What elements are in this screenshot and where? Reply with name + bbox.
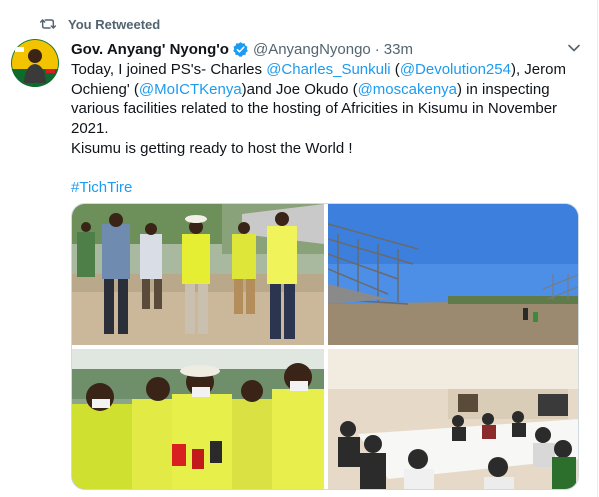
mention-link[interactable]: @Charles_Sunkuli xyxy=(266,61,390,78)
mention-link[interactable]: @MoICTKenya xyxy=(139,81,242,98)
text-segment: Ochieng' ( xyxy=(71,80,139,98)
mention-link[interactable]: @moscakenya xyxy=(358,81,457,98)
text-segment: ) in inspecting xyxy=(457,80,550,98)
author-name[interactable]: Gov. Anyang' Nyong'o xyxy=(71,41,229,58)
tweet-header: Gov. Anyang' Nyong'o @AnyangNyongo · 33m xyxy=(71,38,413,60)
text-line-4: 2021. xyxy=(71,120,109,138)
photo-press-interview[interactable] xyxy=(72,349,324,489)
photo-conference-meeting[interactable] xyxy=(328,349,578,489)
text-segment: ( xyxy=(390,61,400,78)
chevron-down-icon[interactable] xyxy=(566,40,582,56)
hashtag-link[interactable]: #TichTire xyxy=(71,179,132,196)
avatar[interactable] xyxy=(11,39,59,87)
text-segment: Today, I joined PS's- Charles xyxy=(71,61,267,78)
mention-link[interactable]: @Devolution254 xyxy=(400,61,511,78)
text-line-1: Today, I joined PS's- Charles @Charles_S… xyxy=(71,60,581,80)
photo-stadium-construction[interactable] xyxy=(328,204,578,345)
tweet[interactable]: You Retweeted Gov. Anyang' Nyong'o @Anya… xyxy=(0,0,598,497)
text-line-2: Ochieng' (@MoICTKenya)and Joe Okudo (@mo… xyxy=(71,80,581,100)
photo-site-inspection[interactable] xyxy=(72,204,324,345)
photo-grid xyxy=(71,203,579,490)
retweet-indicator: You Retweeted xyxy=(40,14,160,34)
hashtag-line: #TichTire xyxy=(71,178,581,198)
text-segment: ), Jerom xyxy=(510,61,566,78)
verified-badge-icon xyxy=(233,41,248,57)
separator-dot: · xyxy=(374,40,380,58)
text-line-5: Kisumu is getting ready to host the Worl… xyxy=(71,139,353,157)
tweet-time[interactable]: 33m xyxy=(384,41,413,58)
tweet-text: Today, I joined PS's- Charles @Charles_S… xyxy=(71,60,581,198)
text-segment: )and Joe Okudo ( xyxy=(241,80,358,98)
text-line-3: various facilities related to the hostin… xyxy=(71,100,558,118)
author-handle[interactable]: @AnyangNyongo xyxy=(253,41,371,58)
retweet-label: You Retweeted xyxy=(68,16,161,32)
retweet-icon xyxy=(40,18,56,30)
